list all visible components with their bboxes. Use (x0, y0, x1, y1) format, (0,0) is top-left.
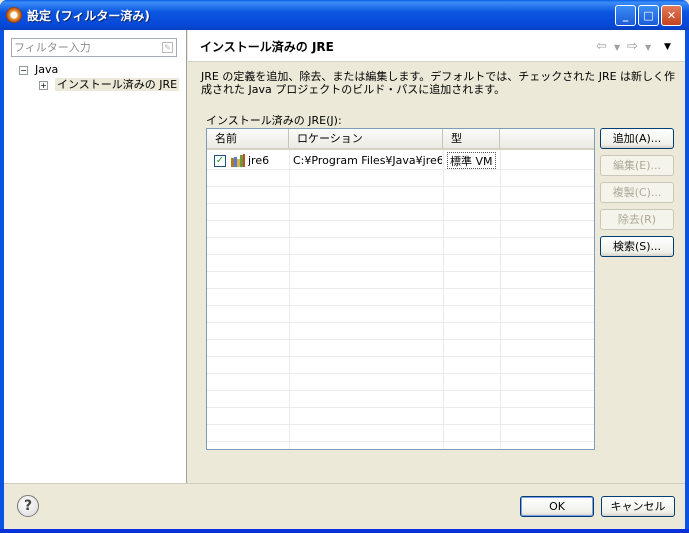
forward-arrow-icon[interactable]: ⇨ (627, 39, 638, 54)
collapse-icon[interactable]: − (19, 65, 28, 75)
tree-item-installed-jres[interactable]: + インストール済みの JRE (39, 77, 180, 93)
help-icon[interactable]: ? (17, 495, 39, 517)
row-divider (207, 441, 594, 442)
window-frame-bottom (0, 529, 689, 533)
installed-jres-label: インストール済みの JRE(J): (206, 114, 342, 127)
row-divider (207, 390, 594, 391)
row-divider (207, 322, 594, 323)
row-divider (207, 305, 594, 306)
cancel-button[interactable]: キャンセル (601, 496, 675, 517)
jre-name-cell: jre6 (248, 154, 270, 167)
add-button[interactable]: 追加(A)... (600, 128, 674, 149)
row-divider (207, 169, 594, 170)
remove-button[interactable]: 除去(R) (600, 209, 674, 230)
close-button[interactable]: ✕ (661, 5, 682, 26)
eclipse-icon (6, 7, 22, 23)
tree-item-label: インストール済みの JRE (55, 78, 180, 91)
window-title: 設定 (フィルター済み) (27, 9, 150, 23)
edit-button[interactable]: 編集(E)... (600, 155, 674, 176)
tree-item-label: Java (35, 63, 59, 76)
row-divider (207, 186, 594, 187)
footer-separator (4, 483, 685, 484)
row-divider (207, 288, 594, 289)
back-arrow-icon[interactable]: ⇦ (596, 39, 607, 54)
title-bar[interactable]: 設定 (フィルター済み) _ □ ✕ (0, 0, 689, 30)
column-header-name[interactable]: 名前 (207, 129, 289, 148)
row-divider (207, 424, 594, 425)
preference-page: インストール済みの JRE ⇦ ▼ ⇨ ▼ ▼ JRE の定義を追加、除去、また… (188, 30, 685, 483)
row-divider (207, 356, 594, 357)
row-divider (207, 220, 594, 221)
row-divider (207, 203, 594, 204)
dialog-client: フィルター入力 ✎ − Java + インストール済みの JRE インストール済みの… (4, 30, 685, 529)
default-jre-checkbox[interactable]: ✓ (214, 155, 226, 167)
table-header: 名前 ロケーション 型 (207, 129, 594, 150)
page-title: インストール済みの JRE (200, 40, 334, 54)
table-row[interactable]: ✓ jre6 C:¥Program Files¥Java¥jre6 標準 VM (207, 152, 594, 169)
jre-type-cell: 標準 VM (447, 152, 496, 169)
view-menu-icon[interactable]: ▼ (664, 42, 671, 52)
page-header: インストール済みの JRE ⇦ ▼ ⇨ ▼ ▼ (188, 30, 685, 62)
duplicate-button[interactable]: 複製(C)... (600, 182, 674, 203)
clear-filter-icon[interactable]: ✎ (162, 42, 173, 53)
row-divider (207, 373, 594, 374)
row-divider (207, 339, 594, 340)
column-divider (289, 150, 290, 449)
ok-button[interactable]: OK (520, 496, 594, 517)
column-divider (443, 150, 444, 449)
tree-item-java[interactable]: − Java (19, 62, 58, 78)
row-divider (207, 407, 594, 408)
row-divider (207, 271, 594, 272)
jre-library-icon (231, 154, 245, 167)
row-divider (207, 237, 594, 238)
column-divider (500, 150, 501, 449)
column-header-type[interactable]: 型 (443, 129, 500, 148)
filter-input[interactable]: フィルター入力 ✎ (11, 38, 177, 57)
jre-location-cell: C:¥Program Files¥Java¥jre6 (293, 154, 442, 167)
preference-tree-pane: フィルター入力 ✎ − Java + インストール済みの JRE (4, 30, 187, 483)
column-header-location[interactable]: ロケーション (289, 129, 443, 148)
minimize-button[interactable]: _ (615, 5, 636, 26)
forward-dropdown-icon[interactable]: ▼ (645, 43, 651, 52)
page-description: JRE の定義を追加、除去、または編集します。デフォルトでは、チェックされた J… (201, 70, 676, 96)
installed-jres-table[interactable]: 名前 ロケーション 型 ✓ jre6 C:¥Program Files¥Java… (206, 128, 595, 450)
filter-placeholder: フィルター入力 (14, 41, 91, 54)
back-dropdown-icon[interactable]: ▼ (614, 43, 620, 52)
preferences-window: 設定 (フィルター済み) _ □ ✕ フィルター入力 ✎ − Java + インスト… (0, 0, 689, 533)
maximize-button[interactable]: □ (638, 5, 659, 26)
row-divider (207, 254, 594, 255)
expand-icon[interactable]: + (39, 80, 48, 90)
search-button[interactable]: 検索(S)... (600, 236, 674, 257)
